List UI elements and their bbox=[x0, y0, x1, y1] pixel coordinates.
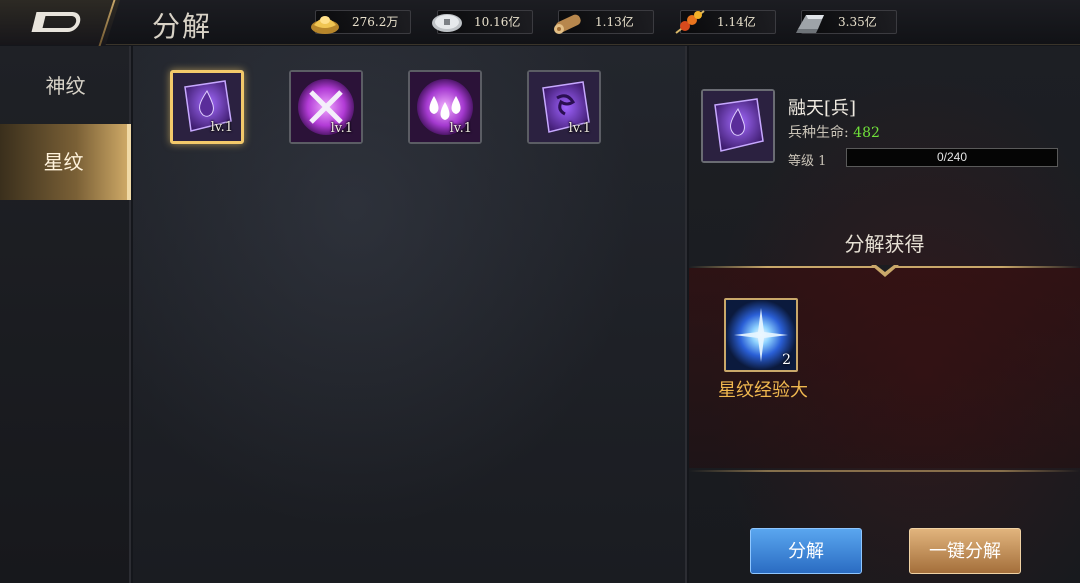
decompose-button[interactable]: 分解 bbox=[750, 528, 862, 574]
reward-item[interactable]: 2 bbox=[724, 298, 798, 372]
resource-wood: 1.13亿 bbox=[554, 10, 654, 34]
back-arrow-icon bbox=[31, 12, 83, 32]
top-bar: 分解 276.2万 10.16亿 1.13亿 1.14亿 3.35亿 bbox=[0, 0, 1080, 46]
iron-ingot-icon bbox=[796, 15, 824, 33]
rune-detail-panel: 融天[兵] 兵种生命: 482 等级 1 0/240 分解获得 2 星纹经验大 … bbox=[689, 46, 1080, 583]
category-sidebar: 神纹 星纹 bbox=[0, 46, 131, 583]
meat-skewer-icon bbox=[675, 10, 705, 34]
exp-progress-bar: 0/240 bbox=[846, 148, 1058, 167]
rune-level: lv.1 bbox=[330, 121, 353, 136]
rune-level-label: 等级 1 bbox=[788, 154, 827, 169]
page-title: 分解 bbox=[152, 10, 213, 43]
exp-progress-text: 0/240 bbox=[936, 150, 968, 164]
gold-ingot-icon bbox=[311, 16, 339, 34]
resource-gold-value: 276.2万 bbox=[352, 15, 399, 29]
resource-gold: 276.2万 bbox=[311, 10, 411, 34]
rune-stat: 兵种生命: 482 bbox=[788, 122, 880, 142]
sidebar-item-xingwen[interactable]: 星纹 bbox=[0, 124, 131, 200]
rune-inventory-grid: lv.1 lv.1 lv.1 lv.1 bbox=[133, 46, 687, 583]
resource-food: 1.14亿 bbox=[675, 10, 776, 34]
wood-log-icon bbox=[554, 14, 581, 34]
stat-value: 482 bbox=[853, 125, 880, 141]
resource-iron-value: 3.35亿 bbox=[838, 15, 877, 29]
resource-wood-value: 1.13亿 bbox=[595, 15, 634, 29]
divider-line bbox=[689, 470, 1080, 472]
rune-level: lv.1 bbox=[449, 121, 472, 136]
reward-header: 分解获得 bbox=[844, 232, 925, 256]
resource-iron: 3.35亿 bbox=[796, 10, 897, 34]
resource-food-value: 1.14亿 bbox=[717, 15, 756, 29]
teardrop-rune-icon bbox=[703, 91, 773, 161]
silver-coin-icon bbox=[432, 14, 462, 32]
resource-silver-value: 10.16亿 bbox=[474, 15, 521, 29]
rune-slot[interactable]: lv.1 bbox=[408, 70, 482, 144]
rune-name: 融天[兵] bbox=[788, 98, 857, 119]
rune-level: lv.1 bbox=[568, 121, 591, 136]
sidebar-item-shenwen[interactable]: 神纹 bbox=[0, 48, 131, 124]
rune-slot[interactable]: lv.1 bbox=[527, 70, 601, 144]
rune-slot[interactable]: lv.1 bbox=[170, 70, 244, 144]
sidebar-item-label: 神纹 bbox=[45, 74, 86, 98]
rune-slot[interactable]: lv.1 bbox=[289, 70, 363, 144]
sidebar-item-label: 星纹 bbox=[43, 150, 84, 174]
reward-name: 星纹经验大 bbox=[718, 380, 808, 401]
resource-silver: 10.16亿 bbox=[432, 10, 533, 34]
selected-rune-icon-box bbox=[701, 89, 775, 163]
rune-level: lv.1 bbox=[210, 120, 233, 135]
reward-count: 2 bbox=[782, 352, 791, 368]
stat-label: 兵种生命: bbox=[788, 125, 849, 141]
decompose-all-button[interactable]: 一键分解 bbox=[909, 528, 1021, 574]
ornament-icon bbox=[871, 265, 899, 277]
